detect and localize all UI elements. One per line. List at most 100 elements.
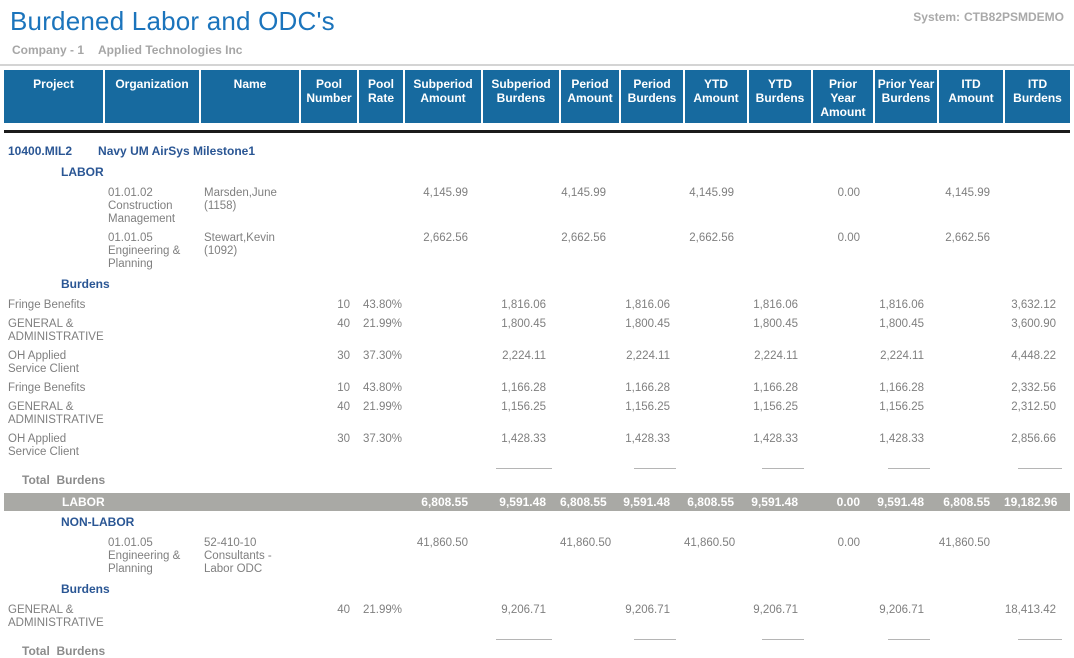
cell-organization (104, 602, 200, 634)
group-row: 10400.MIL2Navy UM AirSys Milestone1 (4, 142, 1070, 163)
total-underline (1018, 639, 1062, 640)
cell-pool_rate: 43.80% (358, 380, 404, 399)
cell-ytd_burdens: 1,816.06 (748, 297, 812, 316)
cell-prior_year_burdens (874, 535, 938, 580)
table-row: GENERAL & ADMINISTRATIVE4021.99%1,800.45… (4, 316, 1070, 348)
summary-cell-itd_burdens: 19,182.96 (1004, 493, 1070, 512)
total-underline (634, 468, 676, 469)
cell-period_amount (560, 431, 620, 463)
summary-cell-period_amount: 6,808.55 (560, 493, 620, 512)
cell-organization: 01.01.02 Construction Management (104, 185, 200, 230)
cell-prior_year_amount (812, 380, 874, 399)
cell-organization (104, 431, 200, 463)
cell-period_burdens: 1,156.25 (620, 399, 684, 431)
column-header-pool_rate: Pool Rate (358, 70, 404, 127)
cell-name: 52-410-10 Consultants - Labor ODC (200, 535, 300, 580)
cell-ytd_burdens (748, 535, 812, 580)
summary-cell-period_burdens: 9,591.48 (620, 493, 684, 512)
total-underline (496, 468, 552, 469)
cell-ytd_burdens: 2,224.11 (748, 348, 812, 380)
rule-cell-itd_amount (938, 463, 1004, 471)
section-label: Burdens (61, 277, 110, 291)
cell-period_amount (560, 348, 620, 380)
column-header-subperiod_amount: Subperiod Amount (404, 70, 482, 127)
table-row: Fringe Benefits1043.80%1,816.061,816.061… (4, 297, 1070, 316)
rule-cell-prior_year_burdens (874, 463, 938, 471)
project-title: Navy UM AirSys Milestone1 (98, 144, 255, 158)
report-header: Burdened Labor and ODC's System:CTB82PSM… (0, 0, 1074, 57)
column-header-name: Name (200, 70, 300, 127)
cell-prior_year_amount: 0.00 (812, 185, 874, 230)
rule-cell-itd_amount (938, 634, 1004, 642)
column-header-ytd_burdens: YTD Burdens (748, 70, 812, 127)
cell-period_amount (560, 380, 620, 399)
company-name: Applied Technologies Inc (98, 43, 242, 57)
cell-subperiod_burdens: 1,428.33 (482, 431, 560, 463)
cell-name (200, 431, 300, 463)
cell-subperiod_burdens: 2,224.11 (482, 348, 560, 380)
rule-cell-subperiod_burdens (482, 463, 560, 471)
cell-period_burdens: 2,224.11 (620, 348, 684, 380)
cell-pool_number (300, 185, 358, 230)
rule-cell-ytd_amount (684, 463, 748, 471)
summary-cell-subperiod_amount: 6,808.55 (404, 493, 482, 512)
rule-cell-itd_burdens (1004, 463, 1070, 471)
total-label-row: Total Burdens (4, 642, 1070, 658)
column-header-prior_year_burdens: Prior Year Burdens (874, 70, 938, 127)
cell-subperiod_amount (404, 316, 482, 348)
total-label-row: Total Burdens (4, 471, 1070, 493)
cell-project: Fringe Benefits (4, 380, 104, 399)
cell-pool_rate: 37.30% (358, 348, 404, 380)
cell-period_burdens: 9,206.71 (620, 602, 684, 634)
column-header-period_burdens: Period Burdens (620, 70, 684, 127)
rule-cell-period_amount (560, 634, 620, 642)
cell-subperiod_amount (404, 431, 482, 463)
cell-subperiod_burdens (482, 185, 560, 230)
cell-itd_amount (938, 316, 1004, 348)
cell-period_amount: 41,860.50 (560, 535, 620, 580)
summary-cell-itd_amount: 6,808.55 (938, 493, 1004, 512)
cell-itd_burdens: 3,600.90 (1004, 316, 1070, 348)
project-group-cell: 10400.MIL2Navy UM AirSys Milestone1 (4, 142, 1070, 163)
summary-cell-prior_year_amount: 0.00 (812, 493, 874, 512)
cell-subperiod_burdens: 9,206.71 (482, 602, 560, 634)
total-underline (762, 468, 804, 469)
rule-cell-subperiod_burdens (482, 634, 560, 642)
cell-ytd_amount (684, 602, 748, 634)
cell-itd_burdens: 18,413.42 (1004, 602, 1070, 634)
cell-itd_amount: 41,860.50 (938, 535, 1004, 580)
total-label-cell: Total Burdens (4, 642, 1070, 658)
cell-ytd_amount (684, 431, 748, 463)
rule-cell-name (200, 463, 300, 471)
header-separator (0, 64, 1074, 66)
cell-subperiod_amount (404, 297, 482, 316)
section-cell: Burdens (4, 580, 1070, 602)
cell-itd_amount (938, 380, 1004, 399)
cell-pool_rate: 21.99% (358, 602, 404, 634)
cell-pool_rate: 21.99% (358, 316, 404, 348)
cell-project: OH Applied Service Client (4, 431, 104, 463)
cell-period_burdens (620, 535, 684, 580)
section-cell: NON-LABOR (4, 512, 1070, 535)
company-subtitle: Company - 1Applied Technologies Inc (10, 43, 1066, 57)
cell-project (4, 230, 104, 275)
section-row: Burdens (4, 580, 1070, 602)
cell-prior_year_amount (812, 602, 874, 634)
section-cell: Burdens (4, 275, 1070, 297)
summary-row: LABOR6,808.559,591.486,808.559,591.486,8… (4, 493, 1070, 512)
table-row: OH Applied Service Client3037.30%1,428.3… (4, 431, 1070, 463)
cell-period_amount (560, 316, 620, 348)
cell-name (200, 399, 300, 431)
rule-cell-itd_burdens (1004, 634, 1070, 642)
cell-prior_year_amount (812, 297, 874, 316)
section-row: Burdens (4, 275, 1070, 297)
rule-cell-prior_year_burdens (874, 634, 938, 642)
rule-cell-organization (104, 634, 200, 642)
cell-pool_rate (358, 185, 404, 230)
cell-itd_burdens: 2,332.56 (1004, 380, 1070, 399)
cell-organization (104, 380, 200, 399)
column-header-project: Project (4, 70, 104, 127)
cell-project (4, 535, 104, 580)
cell-organization (104, 399, 200, 431)
section-label: Burdens (61, 582, 110, 596)
